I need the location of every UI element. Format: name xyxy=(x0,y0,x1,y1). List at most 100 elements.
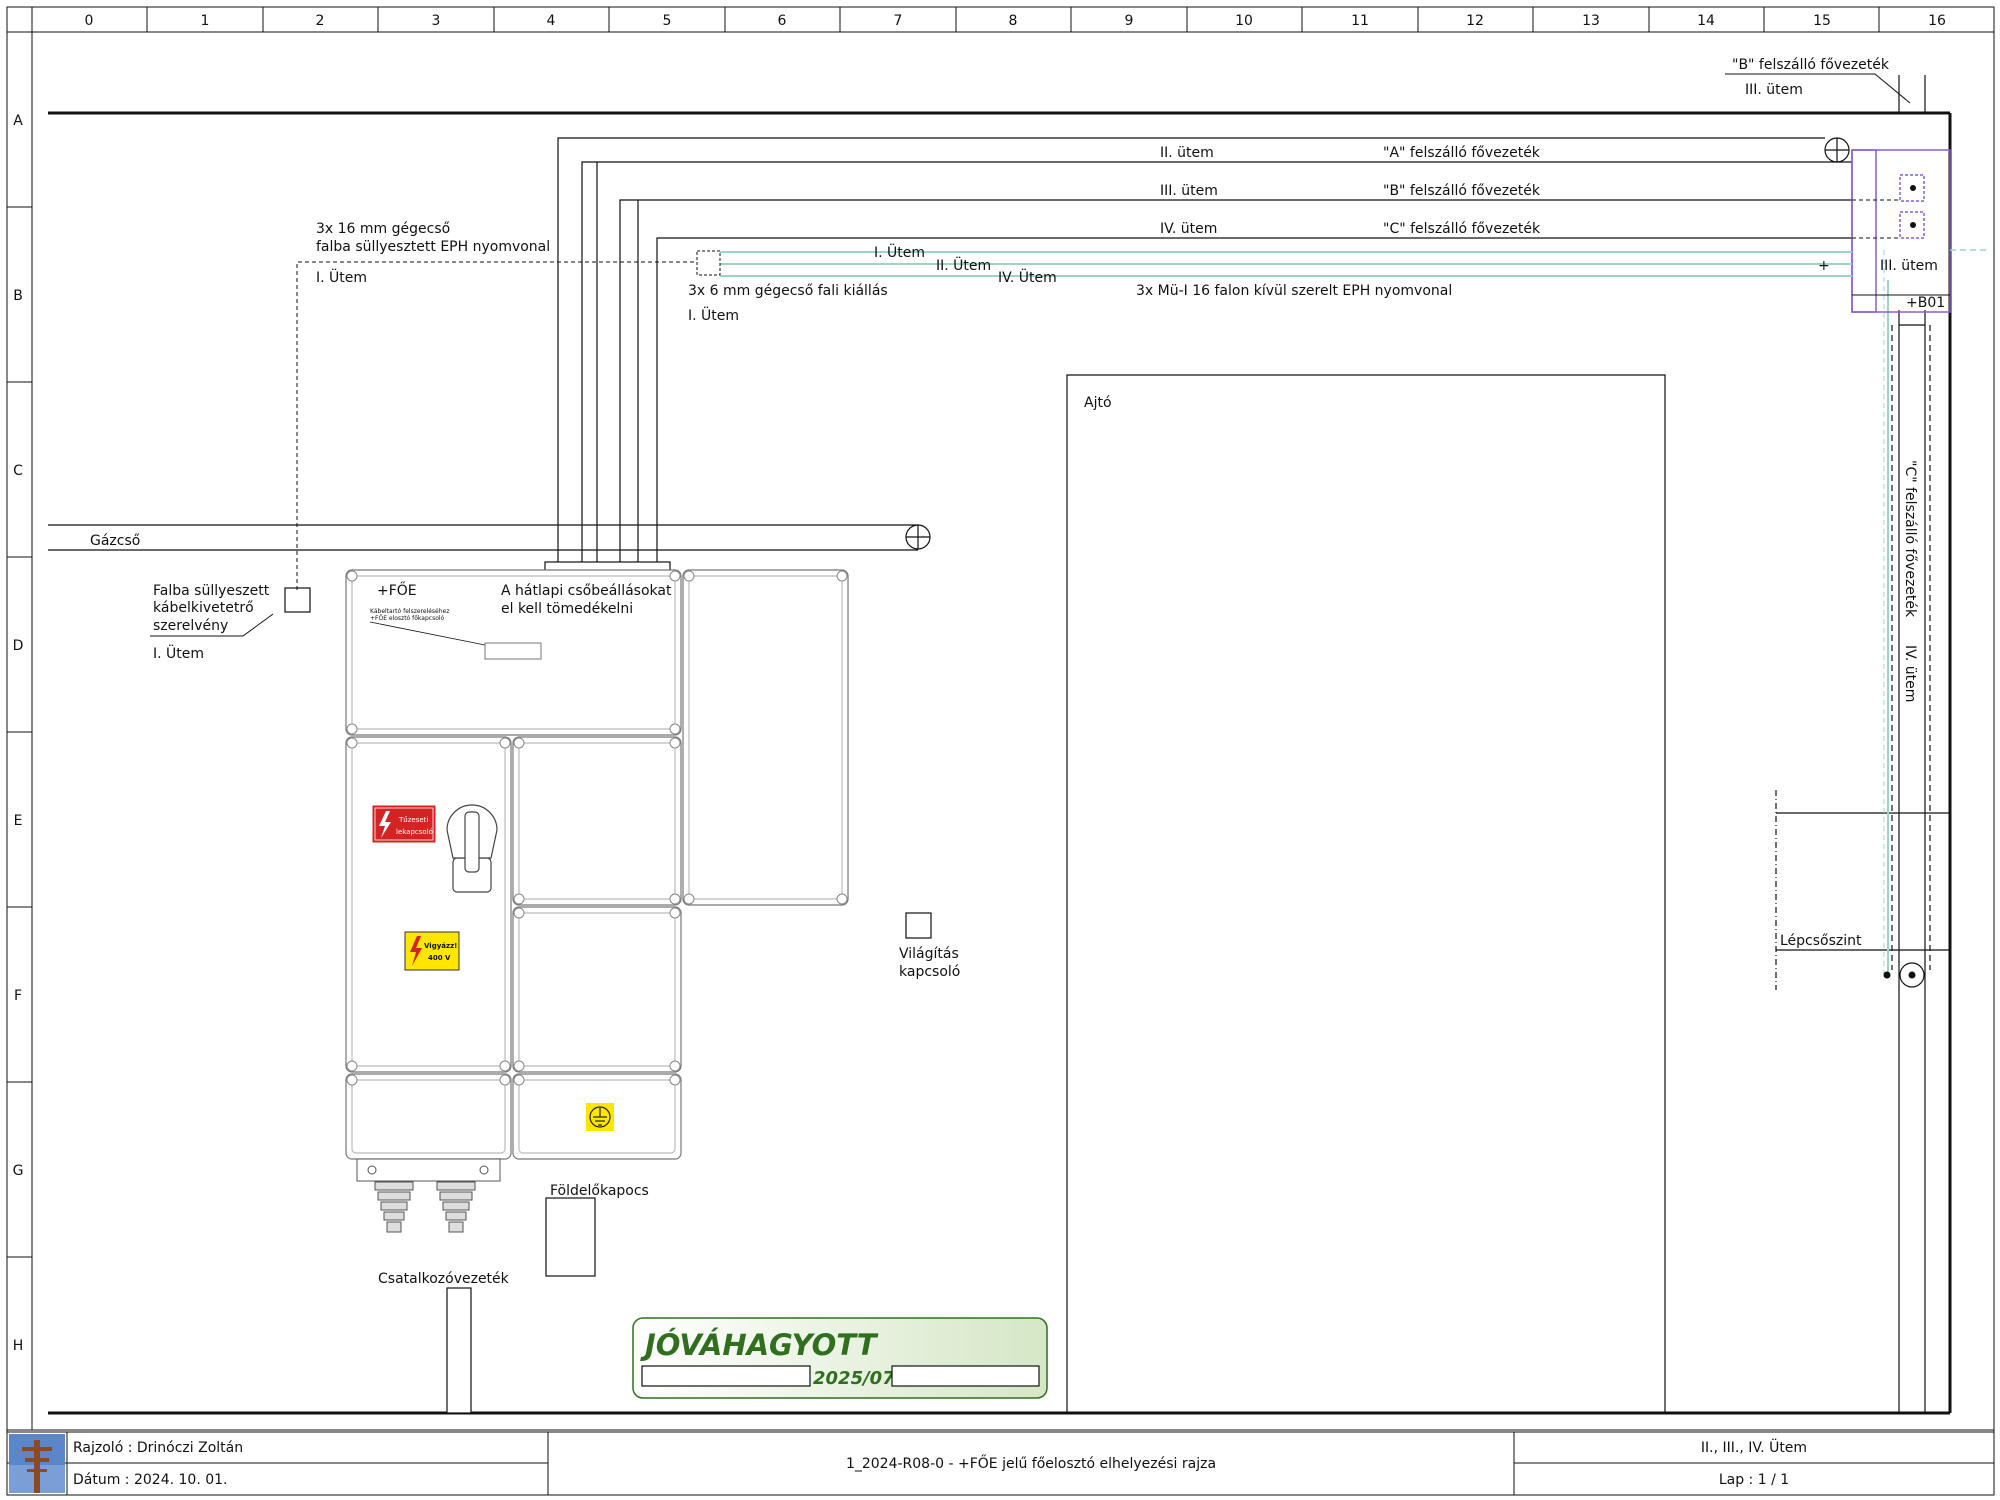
approval-stamp: JÓVÁHAGYOTT 2025/07 xyxy=(632,1317,1048,1399)
column-label: 5 xyxy=(663,13,672,29)
cable-glands xyxy=(356,1158,501,1233)
column-label: 7 xyxy=(894,13,903,29)
row-ruler: A B C D E F G H xyxy=(7,113,32,1431)
gas-pipe xyxy=(48,524,918,551)
panel-small-1: Kábeltartó felszereléséhez xyxy=(370,608,449,615)
row-label: C xyxy=(13,463,23,479)
junction-label-2: kábelkivetetrő xyxy=(153,600,254,616)
right-stage-label: III. ütem xyxy=(1880,258,1938,274)
eph3-stage: IV. Ütem xyxy=(998,268,1057,286)
column-label: 10 xyxy=(1235,13,1253,29)
column-label: 4 xyxy=(547,13,556,29)
gas-pipe-label: Gázcső xyxy=(90,533,140,549)
riser-b-top-label: "B" felszálló fővezeték xyxy=(1732,57,1890,73)
light-switch-label-1: Világítás xyxy=(899,946,959,962)
light-switch-box xyxy=(905,912,932,939)
drawing-title: 1_2024-R08-0 - +FŐE jelű főelosztó elhel… xyxy=(846,1454,1216,1472)
column-label: 3 xyxy=(432,13,441,29)
stair-level-label: Lépcsőszint xyxy=(1780,933,1862,949)
conduit16-stage: I. Ütem xyxy=(316,268,367,286)
door-label: Ajtó xyxy=(1084,395,1112,411)
panel-note-1: A hátlapi csőbeállásokat xyxy=(501,583,672,599)
line-b-stage: III. ütem xyxy=(1160,183,1218,199)
column-label: 8 xyxy=(1009,13,1018,29)
column-label: 2 xyxy=(316,13,325,29)
column-label: 13 xyxy=(1582,13,1600,29)
service-cable xyxy=(446,1287,472,1414)
crossed-circle-icon xyxy=(905,524,931,550)
column-label: 0 xyxy=(85,13,94,29)
row-label: F xyxy=(14,988,22,1004)
stages-label: II., III., IV. Ütem xyxy=(1701,1438,1807,1456)
terminal-dot xyxy=(1910,185,1916,191)
light-switch-label-2: kapcsoló xyxy=(899,964,960,980)
door-outline xyxy=(1066,374,1666,1413)
crossed-circle-icon xyxy=(1824,137,1850,163)
panel-small-2: +FŐE elosztó főkapcsoló xyxy=(370,615,445,622)
conduit16-label-1: 3x 16 mm gégecső xyxy=(316,221,450,237)
fire-switch-sign: Tűzeseti lekapcsoló xyxy=(371,804,437,844)
warning-text-1: Vigyázz! xyxy=(424,942,457,950)
line-b-name: "B" felszálló fővezeték xyxy=(1383,183,1541,199)
column-label: 9 xyxy=(1125,13,1134,29)
row-label: D xyxy=(13,638,24,654)
plus-mark: + xyxy=(1818,258,1830,274)
drawing-date: Dátum : 2024. 10. 01. xyxy=(73,1472,228,1488)
b01-label: +B01 xyxy=(1906,295,1945,311)
line-c-name: "C" felszálló fővezeték xyxy=(1383,221,1541,237)
row-label: A xyxy=(13,113,23,129)
stamp-date: 2025/07 xyxy=(813,1368,895,1389)
mui16-label: 3x Mü-I 16 falon kívül szerelt EPH nyomv… xyxy=(1136,283,1452,299)
sheet-number: Lap : 1 / 1 xyxy=(1719,1472,1789,1488)
riser-dot xyxy=(1883,971,1891,979)
junction-label-1: Falba süllyeszett xyxy=(153,583,270,599)
ground-terminal-label: Földelőkapocs xyxy=(550,1183,649,1199)
stamp-title: JÓVÁHAGYOTT xyxy=(640,1328,879,1362)
rotary-switch-icon xyxy=(446,804,498,893)
fire-switch-text-2: lekapcsoló xyxy=(396,828,433,836)
column-label: 11 xyxy=(1351,13,1369,29)
utility-pole-logo-icon xyxy=(9,1434,65,1493)
row-label: E xyxy=(14,813,23,829)
cable-junction-box xyxy=(284,587,311,613)
riser-circle-icon xyxy=(1899,962,1925,988)
row-label: B xyxy=(13,288,23,304)
ground-symbol-icon xyxy=(586,1103,614,1131)
column-label: 16 xyxy=(1928,13,1946,29)
warning-sign: Vigyázz! 400 V xyxy=(404,931,460,971)
stamp-field xyxy=(641,1365,811,1387)
riser-b-top-stage: III. ütem xyxy=(1745,82,1803,98)
column-label: 1 xyxy=(201,13,210,29)
line-c-stage: IV. ütem xyxy=(1160,221,1217,237)
line-a-name: "A" felszálló fővezeték xyxy=(1383,145,1541,161)
line-a-stage: II. ütem xyxy=(1160,145,1214,161)
column-label: 15 xyxy=(1813,13,1831,29)
conduit6-label: 3x 6 mm gégecső fali kiállás xyxy=(688,283,888,299)
column-ruler: 0 1 2 3 4 5 6 7 8 9 10 11 12 13 14 15 16 xyxy=(7,7,1994,33)
ground-terminal-box xyxy=(545,1197,596,1277)
junction-stage: I. Ütem xyxy=(153,644,204,662)
junction-label-3: szerelvény xyxy=(153,618,228,634)
panel-id: +FŐE xyxy=(377,581,417,599)
terminal-dot xyxy=(1910,222,1916,228)
eph2-stage: II. Ütem xyxy=(936,256,991,274)
column-label: 14 xyxy=(1697,13,1715,29)
eph1-stage: I. Ütem xyxy=(874,243,925,261)
conduit-6mm-outlet xyxy=(696,250,721,276)
column-label: 6 xyxy=(778,13,787,29)
outer-frame xyxy=(6,6,1995,1496)
distribution-panel xyxy=(345,569,849,1160)
service-cable-label: Csatalkozóvezeték xyxy=(378,1271,510,1287)
drawer-name: Rajzoló : Drinóczi Zoltán xyxy=(73,1440,243,1456)
riser-c-vertical-label: "C" felszálló fővezeték xyxy=(1902,460,1918,618)
label-holder xyxy=(484,642,542,660)
feeder-lines xyxy=(557,137,1852,562)
junction-box-b01 xyxy=(1851,149,1951,313)
conduit6-stage: I. Ütem xyxy=(688,306,739,324)
stamp-field xyxy=(891,1365,1040,1387)
conduit16-label-2: falba süllyesztett EPH nyomvonal xyxy=(316,239,550,255)
row-label: G xyxy=(13,1163,24,1179)
panel-note-2: el kell tömedékelni xyxy=(501,601,633,617)
row-label: H xyxy=(13,1338,24,1354)
fire-switch-text-1: Tűzeseti xyxy=(398,815,428,824)
